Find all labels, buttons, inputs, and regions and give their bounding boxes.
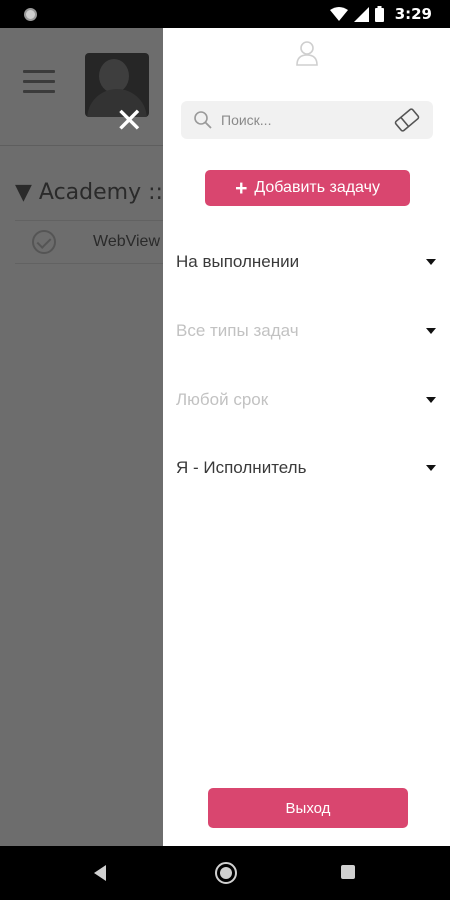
filter-role-label: Я - Исполнитель [176,458,307,477]
back-icon[interactable] [94,865,106,881]
add-task-label: Добавить задачу [254,179,380,196]
battery-icon [375,6,384,22]
filter-deadline-label: Любой срок [176,390,269,409]
home-icon[interactable] [215,862,237,884]
filter-task-type-dropdown[interactable]: Все типы задач [176,316,438,346]
user-icon[interactable] [295,40,319,66]
dropdown-arrow-icon [426,328,436,334]
list-item[interactable]: WebView [15,220,165,264]
search-input[interactable] [221,109,381,131]
recents-icon[interactable] [341,865,355,879]
search-bar [181,101,433,139]
group-title[interactable]: ▼ Academy :: I [15,180,176,205]
notification-dot-icon [24,8,37,21]
list-item-title: WebView [93,233,160,250]
filter-status-dropdown[interactable]: На выполнении [176,247,438,277]
navigation-bar [0,846,450,900]
navigation-drawer: + Добавить задачу На выполнении Все типы… [163,28,450,846]
status-icons [330,6,384,22]
search-icon [194,111,212,129]
check-circle-icon[interactable] [32,230,56,254]
menu-icon[interactable] [23,70,55,94]
signal-icon [354,6,369,22]
dropdown-arrow-icon [426,259,436,265]
add-task-button[interactable]: + Добавить задачу [205,170,410,206]
status-time: 3:29 [394,5,432,23]
filter-task-type-label: Все типы задач [176,321,299,340]
filter-status-label: На выполнении [176,252,300,271]
close-icon[interactable]: ✕ [115,104,145,138]
plus-icon: + [235,176,248,200]
eraser-icon[interactable] [393,107,421,133]
logout-label: Выход [285,799,331,817]
logout-button[interactable]: Выход [208,788,408,828]
dropdown-arrow-icon [426,397,436,403]
dropdown-arrow-icon [426,465,436,471]
wifi-icon [330,6,348,21]
filter-role-dropdown[interactable]: Я - Исполнитель [176,453,438,483]
filter-deadline-dropdown[interactable]: Любой срок [176,385,438,415]
status-bar: 3:29 [0,0,450,28]
